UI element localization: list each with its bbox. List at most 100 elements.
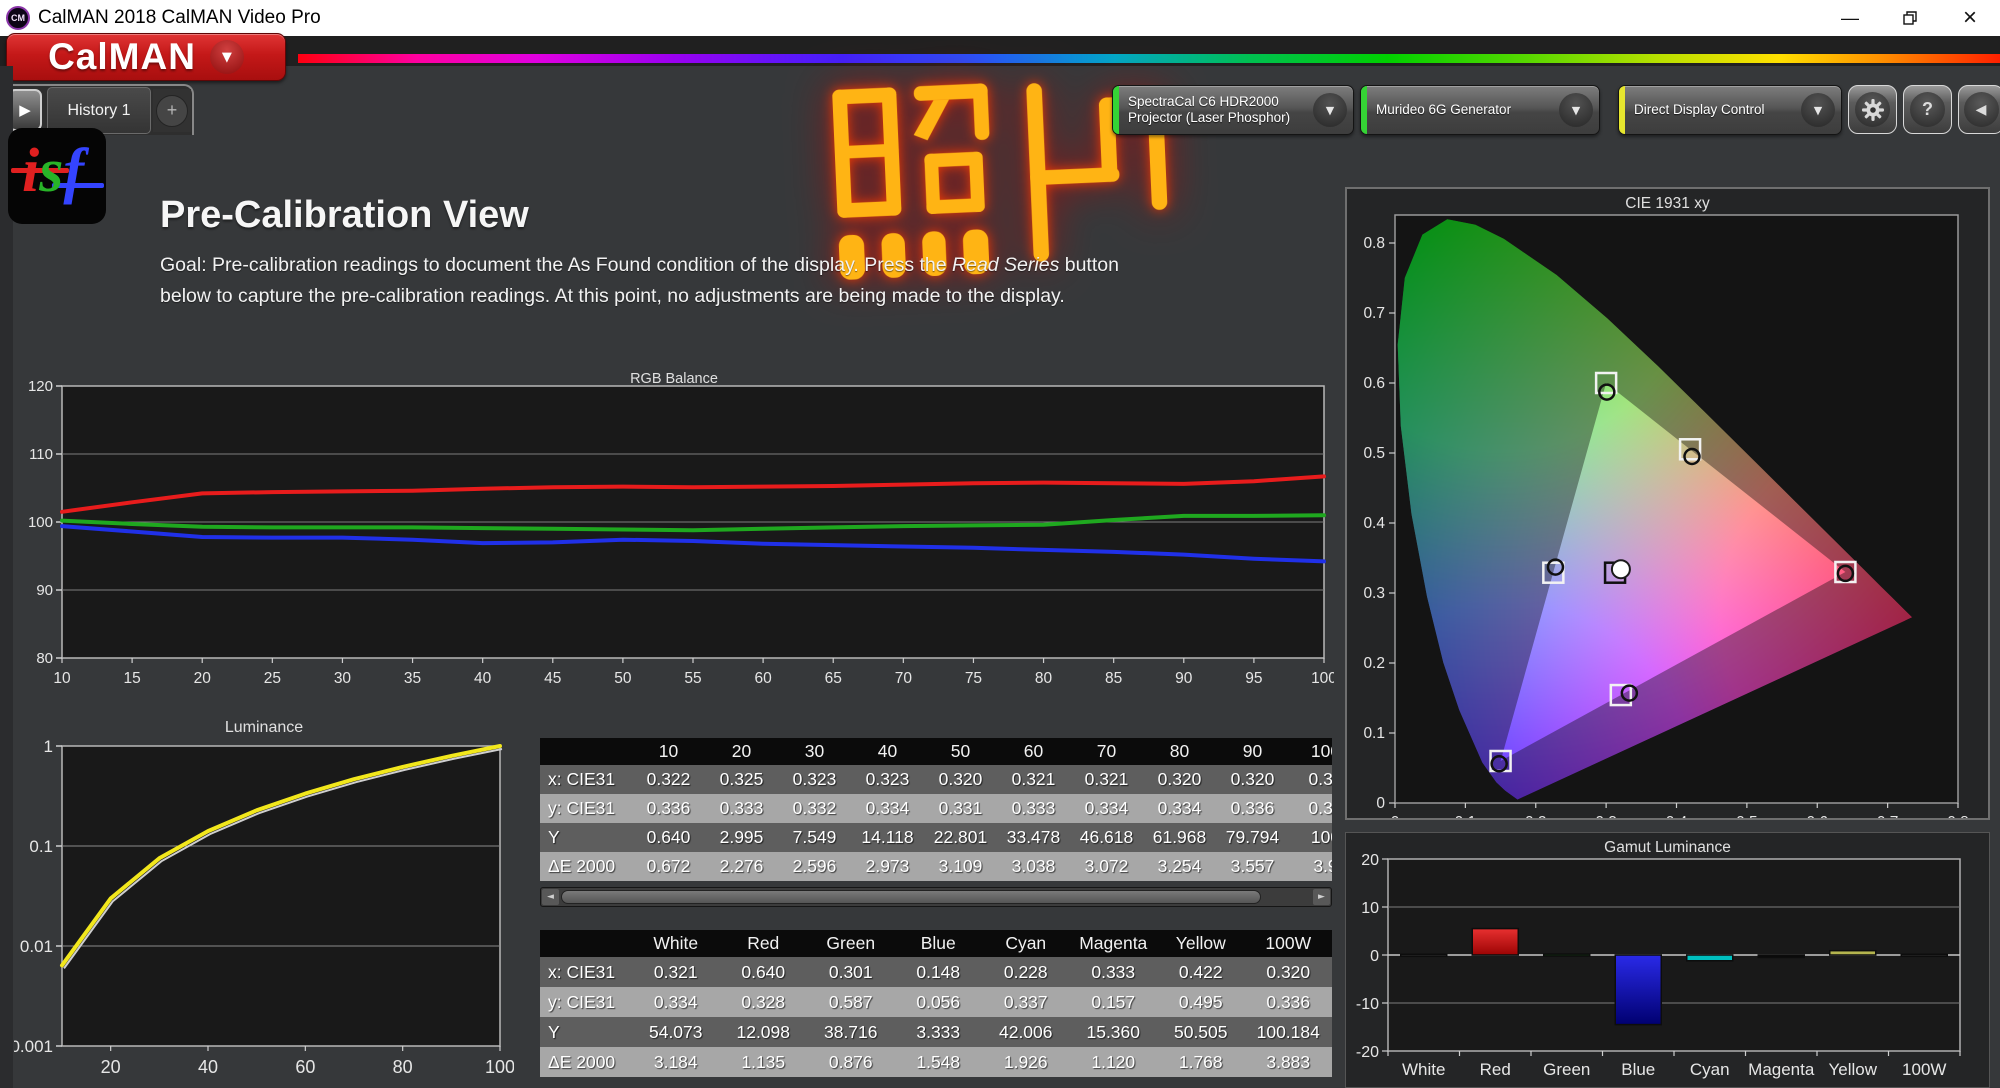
close-button[interactable]: × xyxy=(1940,0,2000,36)
table-cell: 0.876 xyxy=(828,1051,873,1072)
svg-text:0.1: 0.1 xyxy=(1455,814,1477,818)
maximize-button[interactable] xyxy=(1880,0,1940,36)
svg-text:90: 90 xyxy=(36,582,53,599)
svg-text:0.6: 0.6 xyxy=(1363,375,1385,392)
table-cell: 0.157 xyxy=(1091,991,1136,1012)
column-header: Red xyxy=(747,933,780,953)
collapse-panel-button[interactable]: ◀ xyxy=(1958,85,2000,134)
table-cell: 1.135 xyxy=(741,1051,786,1072)
gamut-bar-yellow xyxy=(1829,949,1877,956)
table-cell: 0.32 xyxy=(1308,769,1332,789)
column-header: Blue xyxy=(920,933,956,953)
goal-text-line2: below to capture the pre-calibration rea… xyxy=(160,285,1065,307)
table-cell: 0.228 xyxy=(1003,961,1048,982)
tab-label: History 1 xyxy=(67,101,131,119)
luminance-plot: 1 0.1 0.01 0.001 20 40 60 80 100 xyxy=(10,737,515,1077)
play-button[interactable]: ▶ xyxy=(8,89,42,131)
settings-button[interactable] xyxy=(1848,85,1897,134)
table-cell: 22.801 xyxy=(933,827,988,847)
table-cell: 12.098 xyxy=(736,1021,791,1042)
table-cell: 3.072 xyxy=(1084,856,1129,876)
table-horizontal-scrollbar[interactable]: ◄ ► xyxy=(540,887,1332,907)
svg-text:0.6: 0.6 xyxy=(1806,814,1828,818)
column-header: Yellow xyxy=(1175,933,1226,953)
svg-text:110: 110 xyxy=(29,446,53,463)
table-cell: 1.926 xyxy=(1003,1051,1048,1072)
table-cell: 61.968 xyxy=(1152,827,1207,847)
svg-text:55: 55 xyxy=(684,670,701,687)
column-header: 80 xyxy=(1169,741,1190,761)
svg-text:75: 75 xyxy=(965,670,982,687)
minimize-button[interactable]: — xyxy=(1820,0,1880,36)
calman-logo: CalMAN xyxy=(48,36,196,77)
table-cell: 0.320 xyxy=(1266,961,1311,982)
row-label: ΔE 2000 xyxy=(548,1051,616,1072)
gamut-luminance-chart: Gamut Luminance -20 -10 0 10 20 White Red Green… xyxy=(1345,832,1990,1088)
column-header: 90 xyxy=(1242,741,1263,761)
table-cell: 3.9 xyxy=(1313,856,1332,876)
plus-icon: + xyxy=(156,94,188,127)
svg-text:30: 30 xyxy=(334,670,352,687)
svg-text:White: White xyxy=(1402,1060,1445,1079)
scroll-right-arrow[interactable]: ► xyxy=(1313,889,1330,905)
svg-text:10: 10 xyxy=(53,670,71,687)
row-label: y: CIE31 xyxy=(548,991,616,1012)
table-cell: 0.323 xyxy=(792,769,837,789)
page-title: Pre-Calibration View xyxy=(160,194,529,236)
svg-text:20: 20 xyxy=(101,1057,121,1077)
table-cell: 3.333 xyxy=(916,1021,961,1042)
chevron-down-icon: ▼ xyxy=(1801,93,1835,127)
chevron-down-icon: ▼ xyxy=(1559,93,1593,127)
display-control-dropdown[interactable]: Direct Display Control ▼ xyxy=(1618,85,1842,135)
column-header: 100W xyxy=(1265,933,1312,953)
svg-text:0.3: 0.3 xyxy=(1595,814,1617,818)
table-cell: 2.596 xyxy=(792,856,837,876)
table-row: y: CIE31 0.336 0.333 0.332 0.334 0.331 0.333 0.… xyxy=(540,794,1332,823)
table-cell: 0.333 xyxy=(1011,798,1056,818)
table-cell: 2.973 xyxy=(865,856,910,876)
svg-text:0: 0 xyxy=(1391,814,1400,818)
chevron-down-icon: ▼ xyxy=(1313,93,1347,127)
rgb-balance-chart: RGB Balance 80 90 100 110 120 10 15 20 25 30 35 40 4… xyxy=(14,368,1337,698)
add-tab-button[interactable]: + xyxy=(153,89,191,132)
calman-menu-button[interactable]: CalMAN ▼ xyxy=(6,33,286,81)
isf-letter: s xyxy=(39,137,64,205)
svg-text:0.2: 0.2 xyxy=(1525,814,1547,818)
table-cell: 14.118 xyxy=(861,827,914,847)
svg-text:50: 50 xyxy=(614,670,632,687)
generator-device-dropdown[interactable]: Murideo 6G Generator ▼ xyxy=(1360,85,1600,135)
help-button[interactable]: ? xyxy=(1903,85,1952,134)
isf-logo: isf xyxy=(8,128,106,224)
scrollbar-thumb[interactable] xyxy=(561,890,1261,904)
table-cell: 0.640 xyxy=(741,961,786,982)
table-cell: 0.320 xyxy=(1157,769,1202,789)
table-cell: 0.301 xyxy=(828,961,873,982)
table-cell: 0.056 xyxy=(916,991,961,1012)
column-header: 70 xyxy=(1096,741,1117,761)
svg-text:80: 80 xyxy=(393,1057,413,1077)
scroll-left-arrow[interactable]: ◄ xyxy=(542,889,559,905)
svg-text:-10: -10 xyxy=(1356,996,1379,1013)
restore-icon xyxy=(1903,11,1917,25)
table-cell: 0.640 xyxy=(646,827,691,847)
svg-text:100: 100 xyxy=(28,514,53,531)
table-cell: 0.332 xyxy=(792,798,837,818)
svg-text:20: 20 xyxy=(194,670,212,687)
svg-text:100: 100 xyxy=(485,1057,514,1077)
svg-text:70: 70 xyxy=(895,670,913,687)
table-cell: 0.334 xyxy=(865,798,910,818)
row-label: Y xyxy=(548,1021,560,1042)
tab-history-1[interactable]: History 1 xyxy=(47,87,151,134)
column-header: 10 xyxy=(658,741,679,761)
svg-text:95: 95 xyxy=(1245,670,1262,687)
display-control-label: Direct Display Control xyxy=(1634,102,1765,117)
svg-text:40: 40 xyxy=(198,1057,218,1077)
gamut-bar-100w xyxy=(1900,953,1948,958)
svg-text:40: 40 xyxy=(474,670,492,687)
table-cell: 0.495 xyxy=(1178,991,1223,1012)
table-header-row: 10 20 30 40 50 60 70 80 90 100 xyxy=(540,738,1332,765)
meter-device-dropdown[interactable]: SpectraCal C6 HDR2000 Projector (Laser P… xyxy=(1112,85,1354,135)
svg-text:0.2: 0.2 xyxy=(1363,655,1385,672)
isf-letter: i xyxy=(22,137,40,205)
table-cell: 3.109 xyxy=(938,856,983,876)
